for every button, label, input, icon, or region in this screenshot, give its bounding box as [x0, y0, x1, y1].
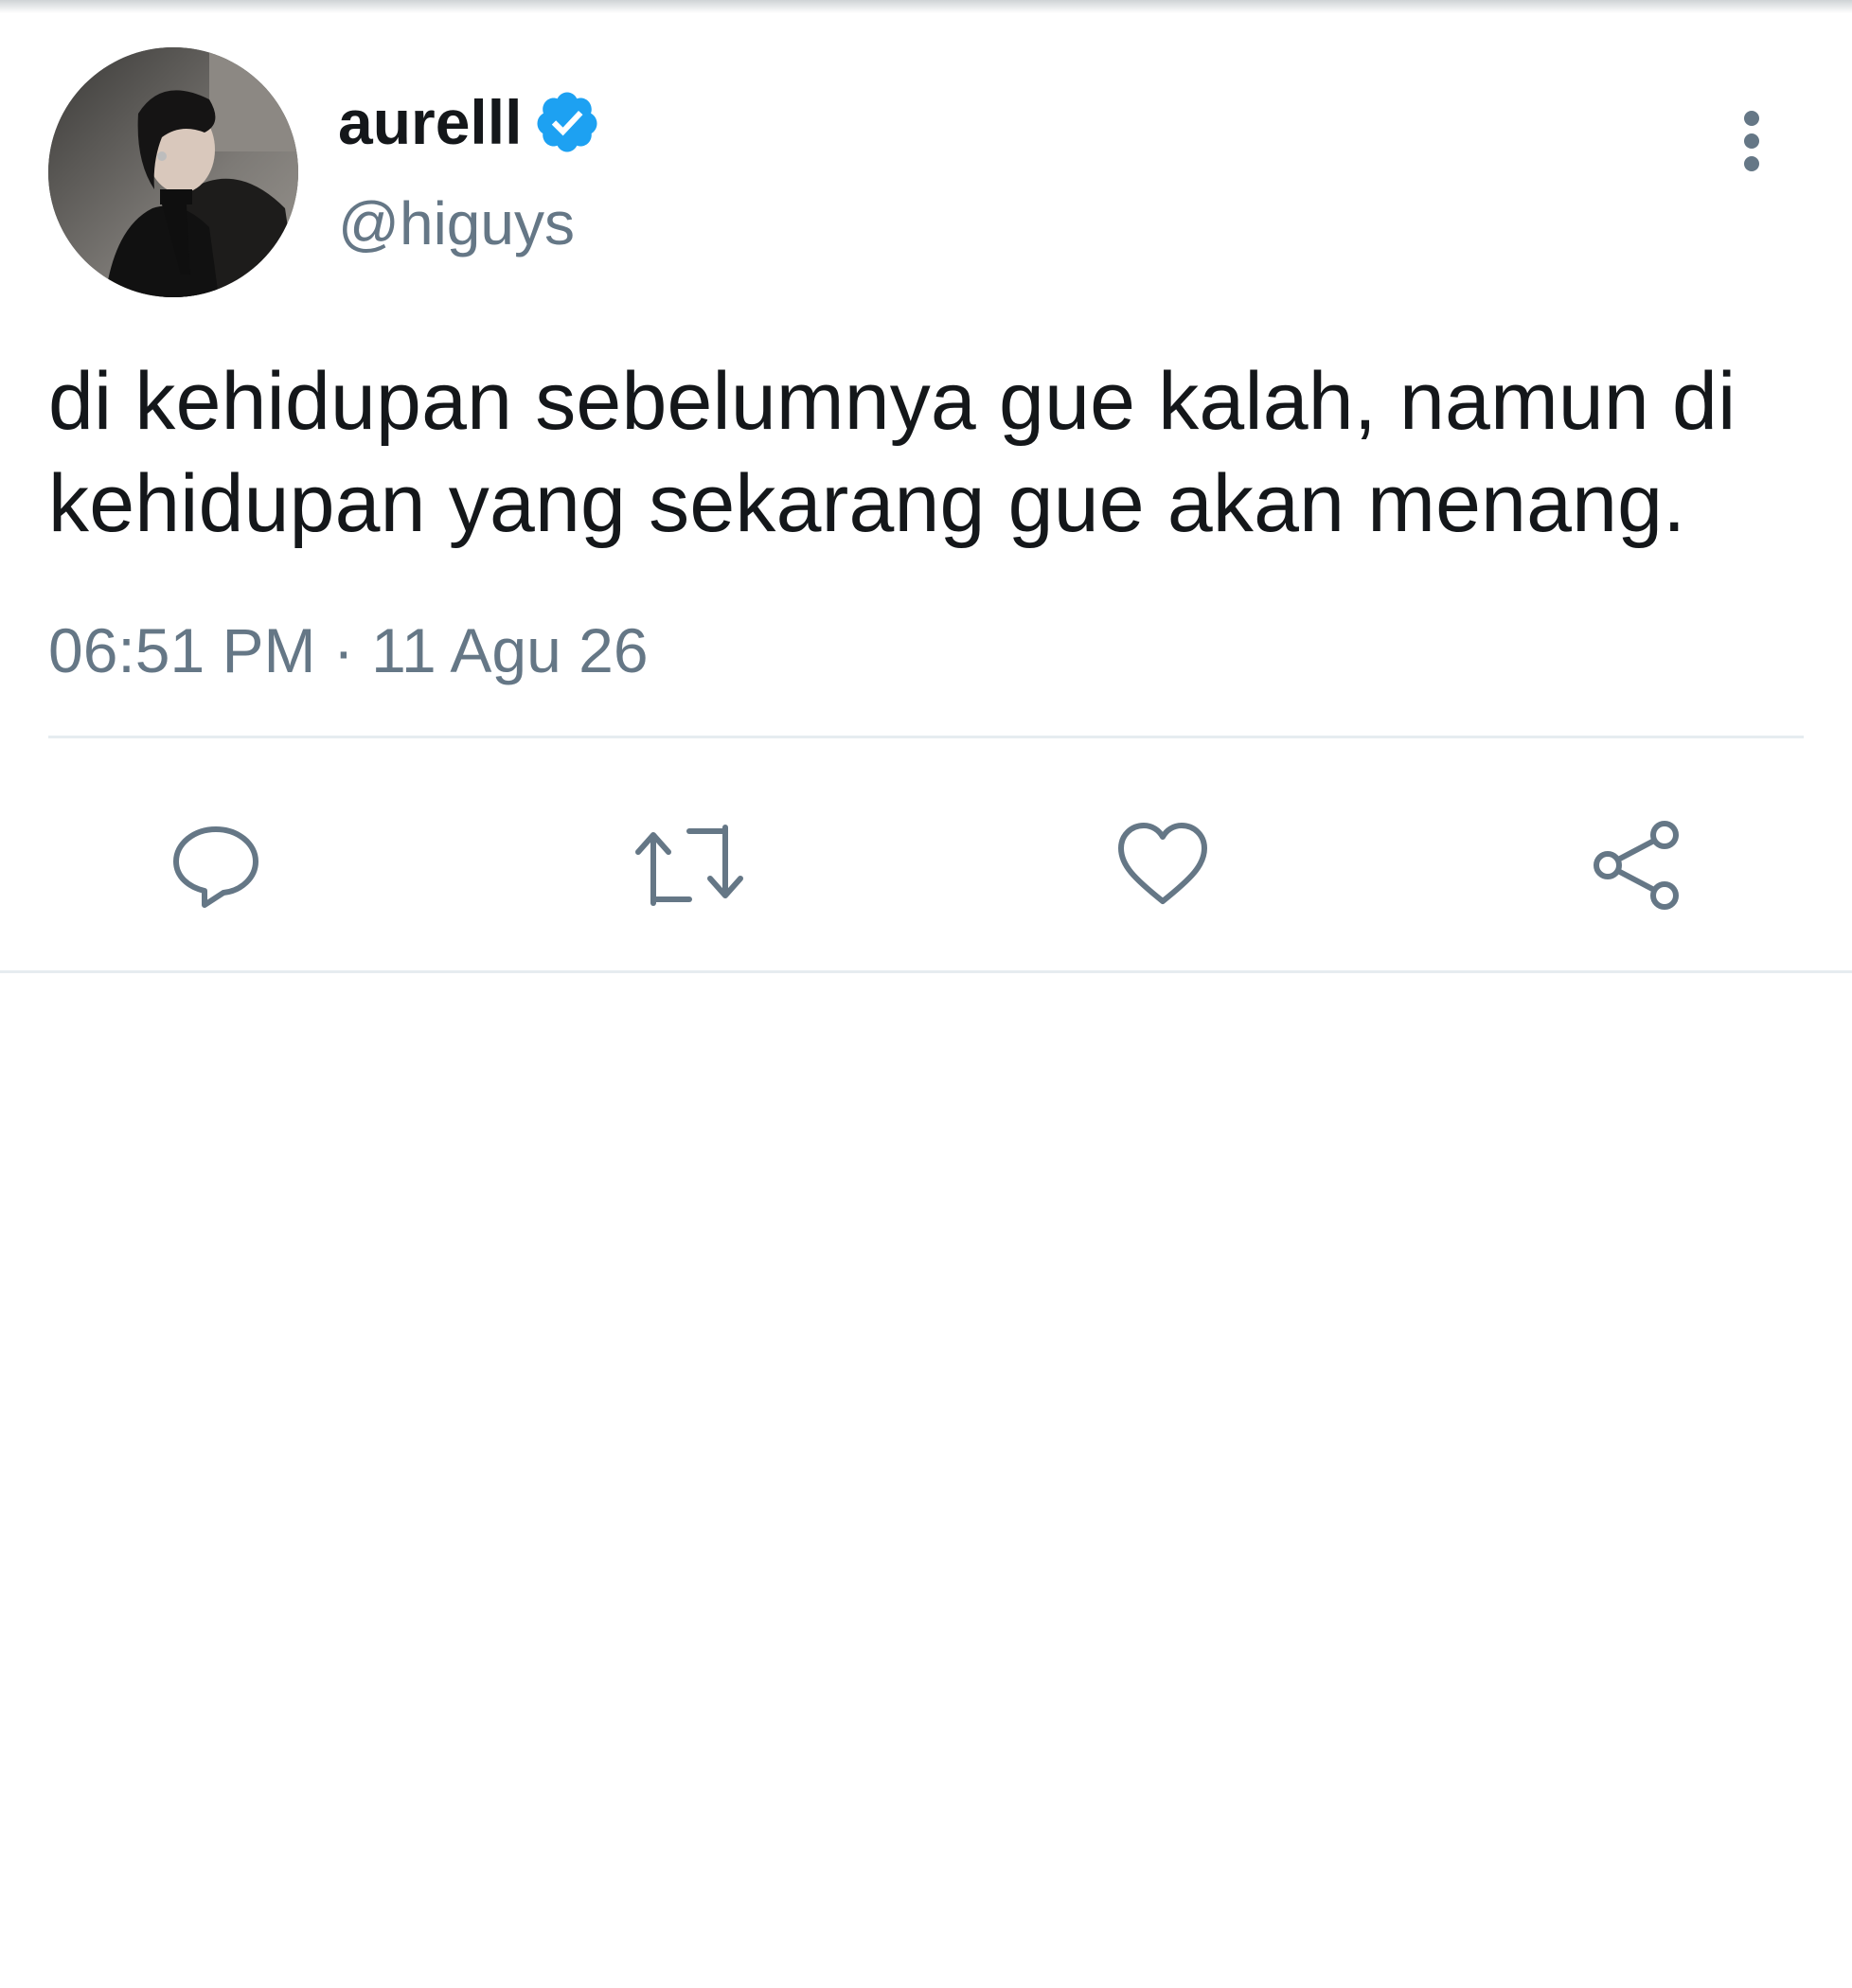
- actions-divider: [48, 736, 1804, 738]
- author-name-row: aurelll: [338, 80, 601, 165]
- like-button[interactable]: [1106, 808, 1220, 922]
- tweet-timestamp[interactable]: 06:51 PM · 11 Agu 26: [48, 619, 649, 682]
- retweet-button[interactable]: [632, 808, 746, 922]
- tweet-text: di kehidupan sebelumnya gue kalah, namun…: [48, 356, 1736, 549]
- avatar-photo: [48, 47, 298, 297]
- share-icon: [1594, 821, 1679, 910]
- tweet-time: 06:51 PM: [48, 615, 316, 685]
- avatar[interactable]: [48, 47, 298, 297]
- share-button[interactable]: [1579, 808, 1693, 922]
- more-vertical-icon: [1744, 111, 1759, 171]
- tweet-actions-bar: [0, 808, 1852, 922]
- display-name[interactable]: aurelll: [338, 91, 522, 153]
- user-handle[interactable]: @higuys: [338, 193, 575, 254]
- more-options-button[interactable]: [1723, 103, 1780, 179]
- tweet-date: 11 Agu 26: [371, 615, 649, 685]
- verified-badge-icon: [533, 88, 601, 156]
- timestamp-separator: ·: [332, 615, 354, 685]
- reply-button[interactable]: [159, 808, 273, 922]
- top-edge-shadow: [0, 0, 1852, 13]
- reply-icon: [173, 826, 258, 908]
- tweet-card: aurelll @higuys di kehidupan sebelumnya …: [0, 13, 1852, 973]
- retweet-icon: [635, 825, 743, 906]
- heart-icon: [1118, 823, 1207, 904]
